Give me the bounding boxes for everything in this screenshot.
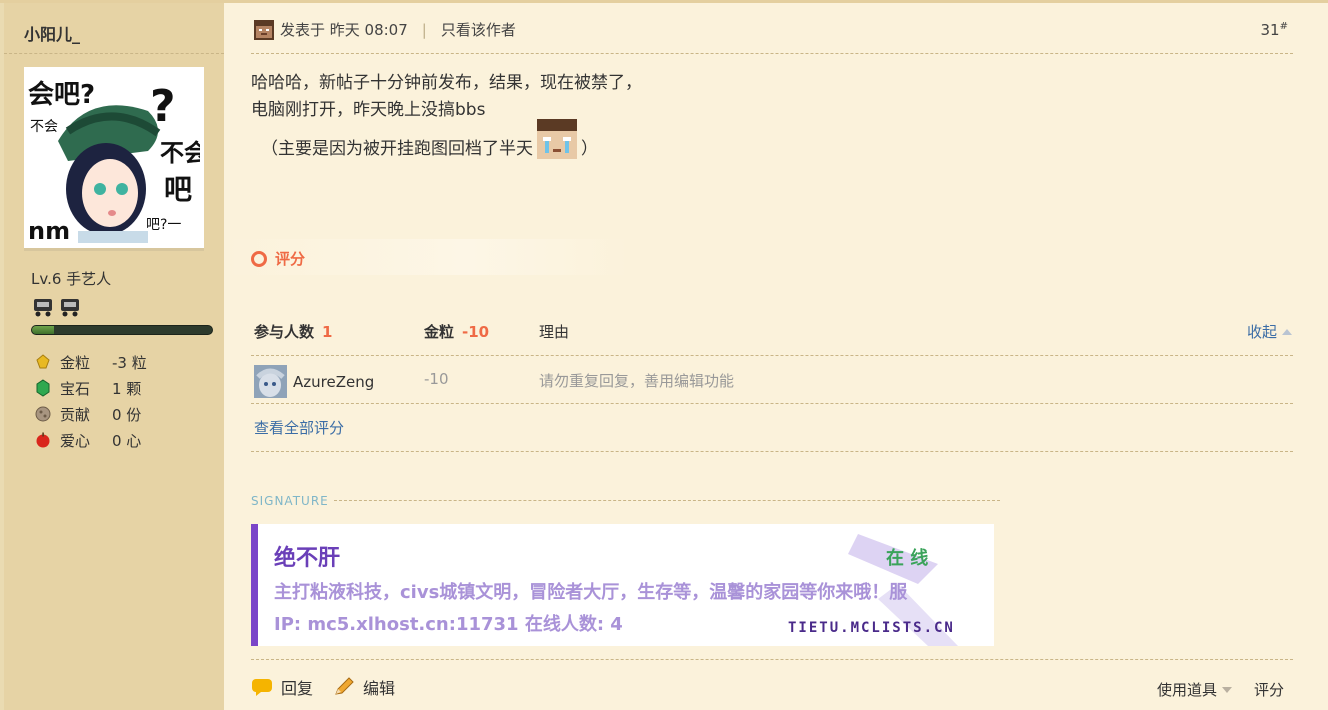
stat-value: 1 颗 [112,379,142,398]
stat-label: 宝石 [60,379,91,398]
post-main: 发表于 昨天 08:07 | 只看该作者 31# 哈哈哈，新帖子十分钟前发布，结… [224,3,1328,710]
participants-count: 1 [322,323,333,341]
signature-description: 主打粘液科技，civs城镇文明，冒险者大厅，生存等，温馨的家园等你来哦！服 [274,582,908,603]
rating-reason: 请勿重复回复，善用编辑功能 [539,372,735,390]
collapse-button[interactable]: 收起 [1247,321,1292,342]
minecart-icon [34,299,52,317]
floor-number-value: 31 [1260,21,1280,39]
emerald-icon [36,379,50,397]
stat-label: 贡献 [60,405,91,424]
rating-ring-icon [251,250,267,267]
minecart-icon [61,299,79,317]
edit-button[interactable]: 编辑 [363,675,395,699]
user-stats: 金粒 -3 粒 宝石 1 颗 贡献 0 份 爱心 0 心 [34,349,147,453]
rating-bottom-divider [251,451,1293,452]
header-divider: | [421,20,427,39]
rating-title-label: 评分 [275,250,306,268]
stat-gem: 宝石 1 颗 [34,375,147,401]
author-sidebar: 小阳儿_ 会吧? ? 不会 不会 吧 nm 吧?一 Lv.6 手艺人 金粒 -3… [0,3,224,710]
post-note-close: ） [581,139,598,159]
post-actions: 回复 编辑 [251,675,395,699]
signature-banner[interactable]: 绝不肝 在 线 主打粘液科技，civs城镇文明，冒险者大厅，生存等，温馨的家园等… [251,524,994,646]
avatar[interactable]: 会吧? ? 不会 不会 吧 nm 吧?一 [24,67,204,251]
stat-value: -3 粒 [112,353,147,372]
signature-label: SIGNATURE [251,494,329,508]
gold-label: 金粒 [424,323,455,341]
chevron-down-icon [1221,686,1232,693]
signature-online-label: 在 线 [886,548,929,569]
reply-bubble-icon [252,679,272,696]
signature-divider [334,500,1000,501]
online-status-icon [254,19,274,40]
view-all-ratings-link[interactable]: 查看全部评分 [254,417,344,438]
rating-entry: AzureZeng [254,365,374,398]
post-line: 电脑刚打开，昨天晚上没搞bbs [251,100,486,120]
post-line: 哈哈哈，新帖子十分钟前发布，结果，现在被禁了， [251,73,642,93]
floor-number[interactable]: 31# [1261,21,1288,39]
avatar-image: 会吧? ? 不会 不会 吧 nm 吧?一 [28,71,200,243]
post-content: 哈哈哈，新帖子十分钟前发布，结果，现在被禁了， 电脑刚打开，昨天晚上没搞bbs … [251,70,642,163]
stat-label: 爱心 [60,431,91,450]
apple-icon [36,432,50,448]
rate-button[interactable]: 评分 [1254,679,1284,700]
svg-text:不会: 不会 [30,119,58,135]
post-tools: 使用道具 评分 [1157,679,1284,700]
sidebar-divider [4,53,224,54]
post-header: 发表于 昨天 08:07 | 只看该作者 [254,19,516,40]
stat-love: 爱心 0 心 [34,427,147,453]
svg-text:nm: nm [28,217,70,243]
rater-name[interactable]: AzureZeng [293,373,374,391]
contribution-icon [35,406,51,422]
rating-title: 评分 [251,248,305,269]
gold-nugget-icon [36,354,50,369]
pencil-icon [335,677,354,695]
reply-button[interactable]: 回复 [281,675,313,699]
rating-participants-header: 参与人数 1 [254,321,332,342]
header-divider-line [251,53,1293,54]
floor-suffix: # [1279,21,1288,32]
stat-label: 金粒 [60,353,91,372]
chevron-up-icon [1282,328,1292,335]
author-name[interactable]: 小阳儿_ [24,21,80,45]
post-note: （主要是因为被开挂跑图回档了半天 ） [251,118,642,163]
post-time: 发表于 昨天 08:07 [280,21,408,39]
rating-reason-header: 理由 [539,321,569,342]
experience-bar-fill [32,326,54,334]
svg-text:不会: 不会 [160,139,200,167]
svg-text:会吧?: 会吧? [28,80,95,110]
experience-bar [31,325,213,335]
svg-text:吧: 吧 [164,173,192,206]
svg-text:吧?一: 吧?一 [146,217,181,233]
rating-gold-header: 金粒 -10 [424,321,489,342]
medal-icons [32,297,81,317]
use-tools-button[interactable]: 使用道具 [1157,679,1217,700]
signature-ip: IP: mc5.xlhost.cn:11731 在线人数: 4 [274,614,623,635]
user-level: Lv.6 手艺人 [31,270,112,288]
post-note-text: （主要是因为被开挂跑图回档了半天 [261,139,533,159]
stat-value: 0 份 [112,405,142,424]
signature-title: 绝不肝 [274,546,341,571]
stat-contribution: 贡献 0 份 [34,401,147,427]
stat-value: 0 心 [112,431,142,450]
reason-label: 理由 [539,323,570,341]
gold-total: -10 [462,323,490,341]
rating-score: -10 [424,370,449,388]
participants-label: 参与人数 [254,323,315,341]
rating-divider [251,403,1293,404]
stat-gold: 金粒 -3 粒 [34,349,147,375]
rating-divider [251,355,1293,356]
collapse-label: 收起 [1246,323,1277,341]
footer-divider [251,659,1293,660]
crying-emoji-icon [537,118,577,159]
author-only-link[interactable]: 只看该作者 [441,19,516,40]
rater-avatar[interactable] [254,365,287,398]
signature-site: TIETU.MCLISTS.CN [788,620,955,636]
